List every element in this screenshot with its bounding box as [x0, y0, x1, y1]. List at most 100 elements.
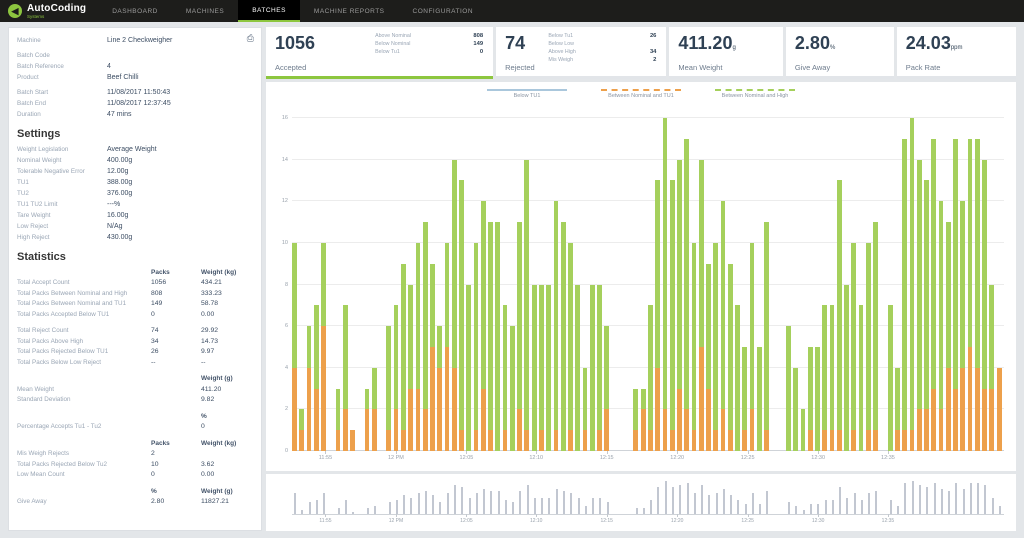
bar-segment	[292, 368, 297, 451]
navigator-bar	[810, 504, 812, 514]
bar-segment	[481, 389, 486, 451]
navigator-bar	[963, 489, 965, 514]
nav-item-dashboard[interactable]: DASHBOARD	[98, 0, 172, 22]
bar-segment	[895, 430, 900, 451]
nav-item-machines[interactable]: MACHINES	[172, 0, 238, 22]
chart-navigator-brush[interactable]: 11:5512 PM12:0512:1012:1512:2012:2512:30…	[292, 481, 1004, 515]
kpi-pack-rate-card[interactable]: 24.03ppm Pack Rate	[897, 27, 1016, 79]
legend-item-between-nominal-and-tu1[interactable]: Between Nominal and TU1	[595, 89, 687, 99]
main-chart-plot: 024681012141611:5512 PM12:0512:1012:1512…	[292, 118, 1004, 451]
bar-segment	[561, 222, 566, 451]
bar-segment	[873, 222, 878, 430]
navigator-axis-label: 12:05	[460, 518, 473, 524]
navigator-bar	[585, 506, 587, 514]
bar-segment	[808, 430, 813, 451]
brand-subtitle: Systems	[27, 14, 86, 19]
bar-segment	[554, 201, 559, 430]
stats-col1-header: %	[151, 488, 201, 495]
navigator-bar	[890, 500, 892, 514]
bar-segment	[851, 243, 856, 430]
bar-segment	[910, 118, 915, 430]
navigator-axis-tick	[607, 514, 608, 517]
stats-packs-value: 0	[151, 311, 201, 318]
navigator-bar	[766, 491, 768, 514]
bar-segment	[808, 347, 813, 430]
stats-weight-value: 0.00	[201, 471, 253, 478]
legend-label: Below TU1	[481, 93, 573, 99]
autocoding-logo-icon: ◀	[8, 4, 22, 18]
navigator-bar	[752, 493, 754, 514]
kpi-mean-weight-card[interactable]: 411.20g Mean Weight	[669, 27, 783, 79]
navigator-bar	[839, 487, 841, 514]
y-axis-label: 10	[282, 240, 288, 246]
bar-segment	[699, 160, 704, 347]
navigator-axis-tick	[677, 514, 678, 517]
x-axis-tick	[818, 451, 819, 454]
gridline	[292, 242, 1004, 243]
navigator-bar	[439, 502, 441, 514]
bar-segment	[401, 264, 406, 431]
settings-row: Low RejectN/Ag	[17, 221, 253, 232]
kpi-rejected-card[interactable]: 74 Rejected Below Tu126Below LowAbove Hi…	[496, 27, 666, 79]
bar-segment	[532, 285, 537, 452]
bar-segment	[445, 243, 450, 347]
bar-segment	[452, 368, 457, 451]
bar-segment	[742, 347, 747, 430]
bar-segment	[684, 139, 689, 410]
bar-segment	[503, 305, 508, 430]
bar-segment	[750, 243, 755, 410]
stats-packs-value: 34	[151, 338, 201, 345]
bar-segment	[793, 368, 798, 451]
bar-segment	[314, 389, 319, 451]
stats-row: Total Accept Count1056434.21	[17, 278, 253, 289]
bar-segment	[677, 389, 682, 451]
settings-label: TU2	[17, 190, 107, 197]
bar-segment	[488, 430, 493, 451]
navigator-bar	[992, 498, 994, 515]
navigator-bar	[541, 498, 543, 515]
settings-value: 12.00g	[107, 168, 128, 175]
kpi-give-away-card[interactable]: 2.80% Give Away	[786, 27, 894, 79]
bar-segment	[474, 430, 479, 451]
nav-item-machine-reports[interactable]: MACHINE REPORTS	[300, 0, 399, 22]
stats-row: Mis Weigh Rejects2	[17, 449, 253, 460]
bar-segment	[939, 409, 944, 451]
stats-header-row: PacksWeight (kg)	[17, 267, 253, 278]
bar-segment	[641, 409, 646, 451]
bar-segment	[350, 430, 355, 451]
navigator-axis-label: 12:25	[741, 518, 754, 524]
kpi-substat-value: 2	[653, 57, 656, 63]
navigator-bar	[665, 481, 667, 514]
kpi-accepted-card[interactable]: 1056 Accepted Above Nominal808Below Nomi…	[266, 27, 493, 79]
stats-row: Total Packs Between Nominal and High8083…	[17, 288, 253, 299]
gridline	[292, 159, 1004, 160]
bar-segment	[663, 118, 668, 409]
rejected-label: Rejected	[505, 63, 535, 72]
nav-item-batches[interactable]: BATCHES	[238, 0, 300, 22]
print-icon[interactable]: ⎙	[247, 33, 254, 44]
navigator-bar	[403, 495, 405, 514]
statistics-section-title: Statistics	[17, 251, 253, 263]
legend-item-below-tu1[interactable]: Below TU1	[481, 89, 573, 99]
bar-segment	[430, 264, 435, 347]
settings-row: High Reject430.00g	[17, 232, 253, 243]
legend-item-between-nominal-and-high[interactable]: Between Nominal and High	[709, 89, 801, 99]
bar-segment	[750, 409, 755, 451]
bar-segment	[815, 347, 820, 451]
bar-segment	[641, 389, 646, 410]
bar-segment	[423, 409, 428, 451]
bar-segment	[386, 430, 391, 451]
brand-logo[interactable]: ◀ AutoCoding Systems	[0, 0, 98, 22]
bar-segment	[786, 326, 791, 451]
navigator-bar	[861, 500, 863, 514]
bar-segment	[568, 430, 573, 451]
bar-segment	[517, 409, 522, 451]
stats-row: Total Packs Accepted Below TU100.00	[17, 309, 253, 320]
nav-item-configuration[interactable]: CONFIGURATION	[399, 0, 488, 22]
bar-segment	[902, 139, 907, 430]
navigator-bar	[919, 485, 921, 514]
info-label: Batch Code	[17, 52, 107, 59]
bar-segment	[982, 389, 987, 451]
navigator-bar	[948, 491, 950, 514]
bar-segment	[539, 430, 544, 451]
